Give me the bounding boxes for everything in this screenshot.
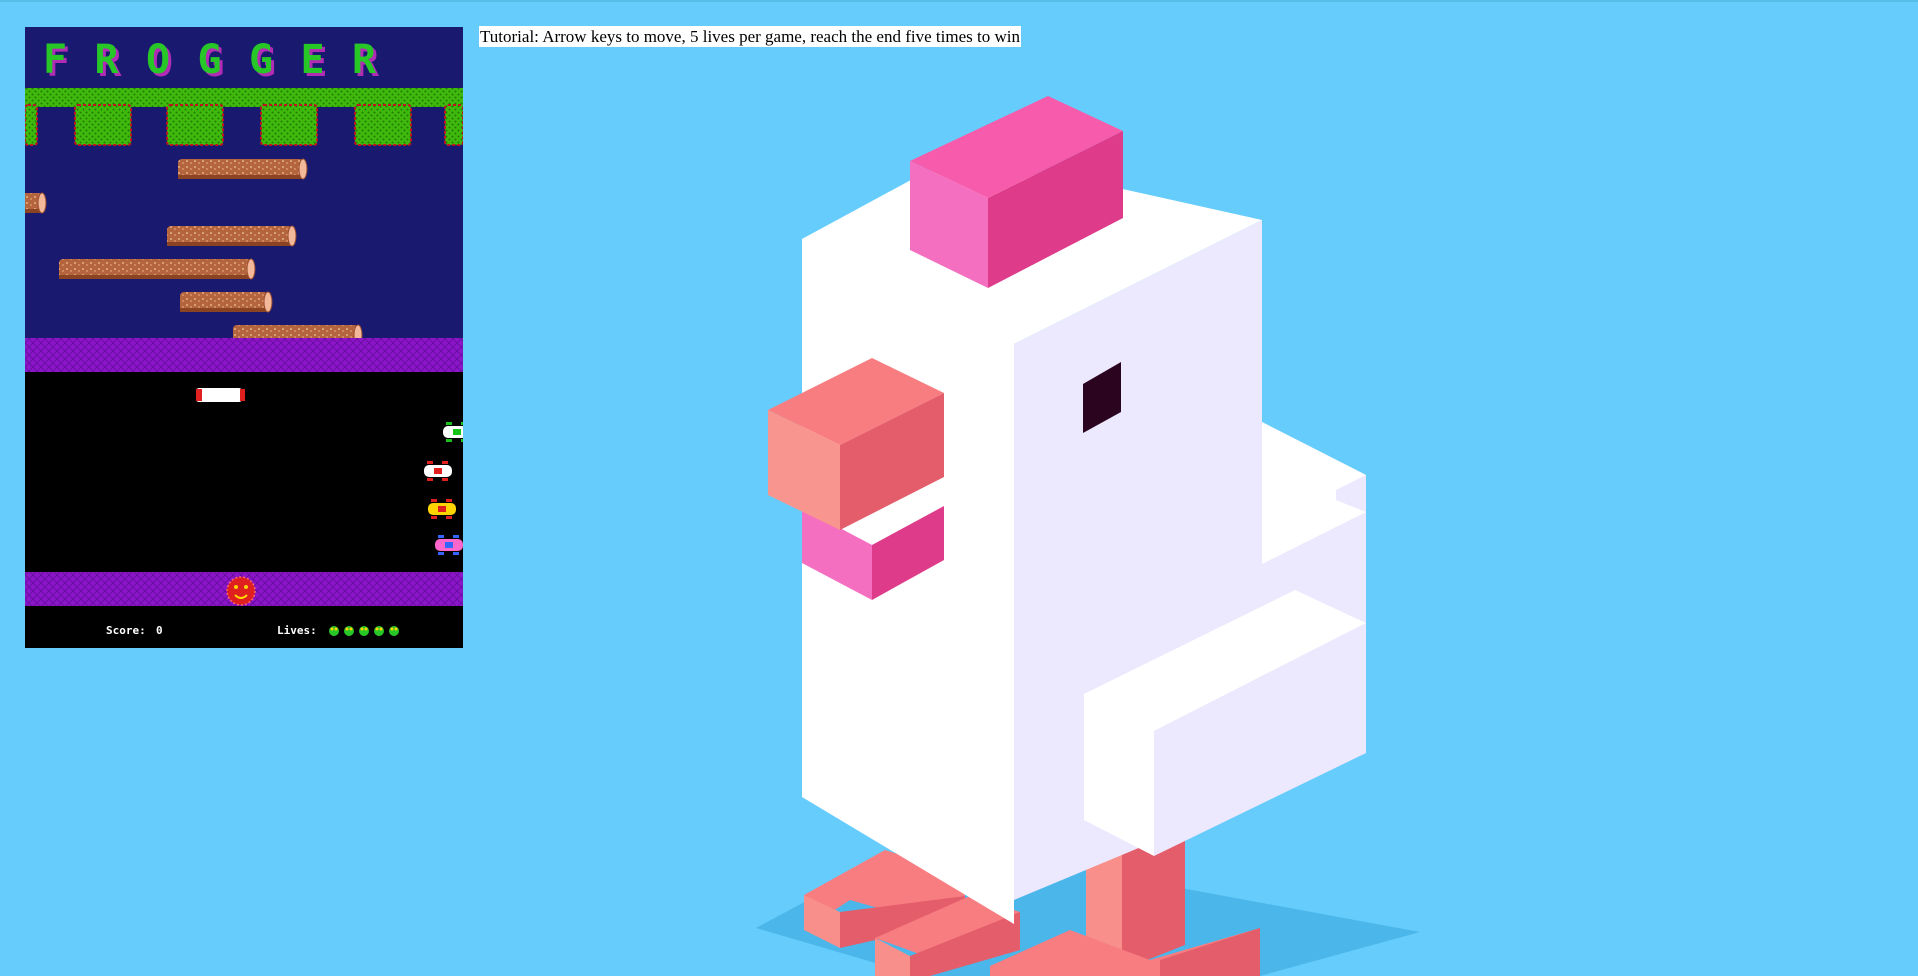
frogger-game-canvas[interactable]: FFRROOGGGGEERR Score: 0 Lives: [25,27,463,648]
goal-row [25,88,463,147]
truck-icon [196,388,245,402]
goal-wall [166,104,224,146]
lives-indicator [329,626,399,636]
title-letter: G [198,37,222,83]
log-icon [25,192,47,214]
tutorial-text: Tutorial: Arrow keys to move, 5 lives pe… [479,26,1021,47]
lives-label: Lives: [277,624,317,637]
frog-life-icon [344,626,354,636]
title-letter: F [43,37,67,83]
goal-wall [444,104,463,146]
score-label: Score: [106,624,146,637]
frog-icon [226,576,256,606]
frog-life-icon [374,626,384,636]
goal-wall [354,104,412,146]
frog-life-icon [359,626,369,636]
game-board: FF RR OO GG GG EE RR [25,27,463,606]
frog-life-icon [329,626,339,636]
chicken-illustration [756,96,1420,976]
title-letter: R [95,37,120,83]
log-icon [178,158,308,180]
frog-life-icon [389,626,399,636]
title-letter: E [301,37,325,83]
score-value: 0 [156,624,163,637]
title-banner [25,27,463,88]
goal-wall [260,104,318,146]
page-top-border [0,0,1918,2]
title-letter: R [352,37,377,83]
hud-bar: Score: 0 Lives: [25,612,463,648]
log-icon [59,258,256,280]
log-icon [180,291,273,313]
median-top [25,338,463,372]
title-letter: G [249,37,273,83]
goal-wall [25,104,38,146]
goal-wall [74,104,132,146]
log-icon [167,225,297,247]
title-letter: O [146,37,170,83]
road [25,372,463,572]
